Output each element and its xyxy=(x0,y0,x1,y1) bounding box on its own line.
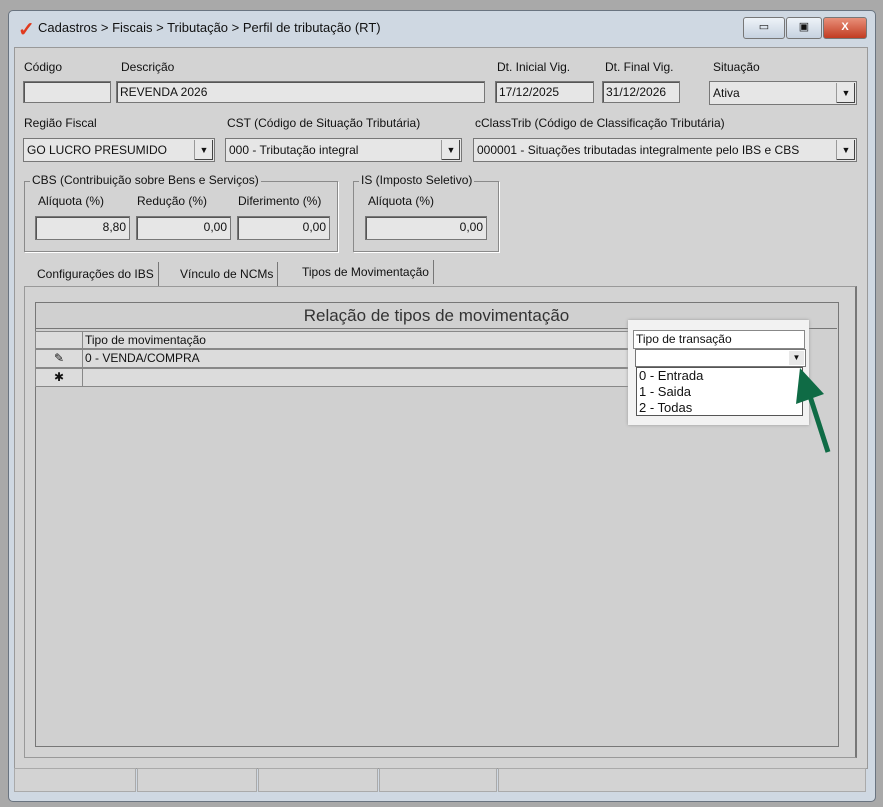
maximize-button[interactable]: ▣ xyxy=(786,17,822,39)
cst-label: CST (Código de Situação Tributária) xyxy=(227,116,421,130)
column-header-tipo-transacao[interactable]: Tipo de transação xyxy=(633,330,805,349)
cst-select[interactable]: 000 - Tributação integral ▼ xyxy=(225,138,462,162)
status-panel-1 xyxy=(14,768,136,792)
status-panel-2 xyxy=(137,768,257,792)
descricao-label: Descrição xyxy=(121,60,175,74)
chevron-down-icon[interactable]: ▼ xyxy=(836,140,855,160)
status-panel-3 xyxy=(258,768,378,792)
situacao-value: Ativa xyxy=(713,86,740,100)
cclasstrib-select[interactable]: 000001 - Situações tributadas integralme… xyxy=(473,138,857,162)
row-indicator-edit-icon: ✎ xyxy=(35,349,83,368)
dt-final-input[interactable]: 31/12/2026 xyxy=(602,81,680,103)
regiao-select[interactable]: GO LUCRO PRESUMIDO ▼ xyxy=(23,138,215,162)
cbs-diferimento-label: Diferimento (%) xyxy=(238,194,322,208)
chevron-down-icon[interactable]: ▼ xyxy=(441,140,460,160)
option-entrada[interactable]: 0 - Entrada xyxy=(639,368,802,384)
chevron-down-icon[interactable]: ▼ xyxy=(194,140,213,160)
cbs-group-title: CBS (Contribuição sobre Bens e Serviços) xyxy=(30,173,261,187)
cclasstrib-value: 000001 - Situações tributadas integralme… xyxy=(477,143,800,157)
tipo-transacao-dropdown: 0 - Entrada 1 - Saida 2 - Todas xyxy=(636,367,803,416)
cbs-aliquota-input[interactable]: 8,80 xyxy=(35,216,130,240)
dt-inicial-label: Dt. Inicial Vig. xyxy=(497,60,571,74)
window-title: Cadastros > Fiscais > Tributação > Perfi… xyxy=(38,20,381,35)
option-saida[interactable]: 1 - Saida xyxy=(639,384,802,400)
cclasstrib-label: cClassTrib (Código de Classificação Trib… xyxy=(475,116,725,130)
app-logo-icon: ✓ xyxy=(18,19,35,41)
chevron-down-icon[interactable]: ▼ xyxy=(836,83,855,103)
tab-tipos-movimentacao[interactable]: Tipos de Movimentação xyxy=(298,260,434,284)
cbs-aliquota-label: Alíquota (%) xyxy=(38,194,105,208)
tab-configuracoes-ibs[interactable]: Configurações do IBS xyxy=(33,262,159,286)
is-aliquota-label: Alíquota (%) xyxy=(368,194,435,208)
option-todas[interactable]: 2 - Todas xyxy=(639,400,802,416)
status-panel-5 xyxy=(498,768,866,792)
is-aliquota-input[interactable]: 0,00 xyxy=(365,216,487,240)
situacao-select[interactable]: Ativa ▼ xyxy=(709,81,857,105)
is-group-title: IS (Imposto Seletivo) xyxy=(359,173,475,187)
grid-corner xyxy=(35,331,83,349)
arrow-annotation-icon xyxy=(796,368,831,453)
tipo-transacao-combo[interactable]: ▼ xyxy=(635,349,806,367)
dt-inicial-input[interactable]: 17/12/2025 xyxy=(495,81,594,103)
cbs-diferimento-input[interactable]: 0,00 xyxy=(237,216,330,240)
codigo-input[interactable] xyxy=(23,81,111,103)
cbs-reducao-input[interactable]: 0,00 xyxy=(136,216,231,240)
minimize-button[interactable]: ▭ xyxy=(743,17,785,39)
row-indicator-new-icon: ✱ xyxy=(35,368,83,387)
dt-final-label: Dt. Final Vig. xyxy=(605,60,674,74)
close-button[interactable]: X xyxy=(823,17,867,39)
codigo-label: Código xyxy=(24,60,63,74)
regiao-label: Região Fiscal xyxy=(24,116,97,130)
status-panel-4 xyxy=(379,768,497,792)
cbs-reducao-label: Redução (%) xyxy=(137,194,208,208)
cst-value: 000 - Tributação integral xyxy=(229,143,359,157)
regiao-value: GO LUCRO PRESUMIDO xyxy=(27,143,168,157)
situacao-label: Situação xyxy=(713,60,760,74)
tab-vinculo-ncms[interactable]: Vínculo de NCMs xyxy=(176,262,279,286)
descricao-input[interactable]: REVENDA 2026 xyxy=(116,81,485,103)
